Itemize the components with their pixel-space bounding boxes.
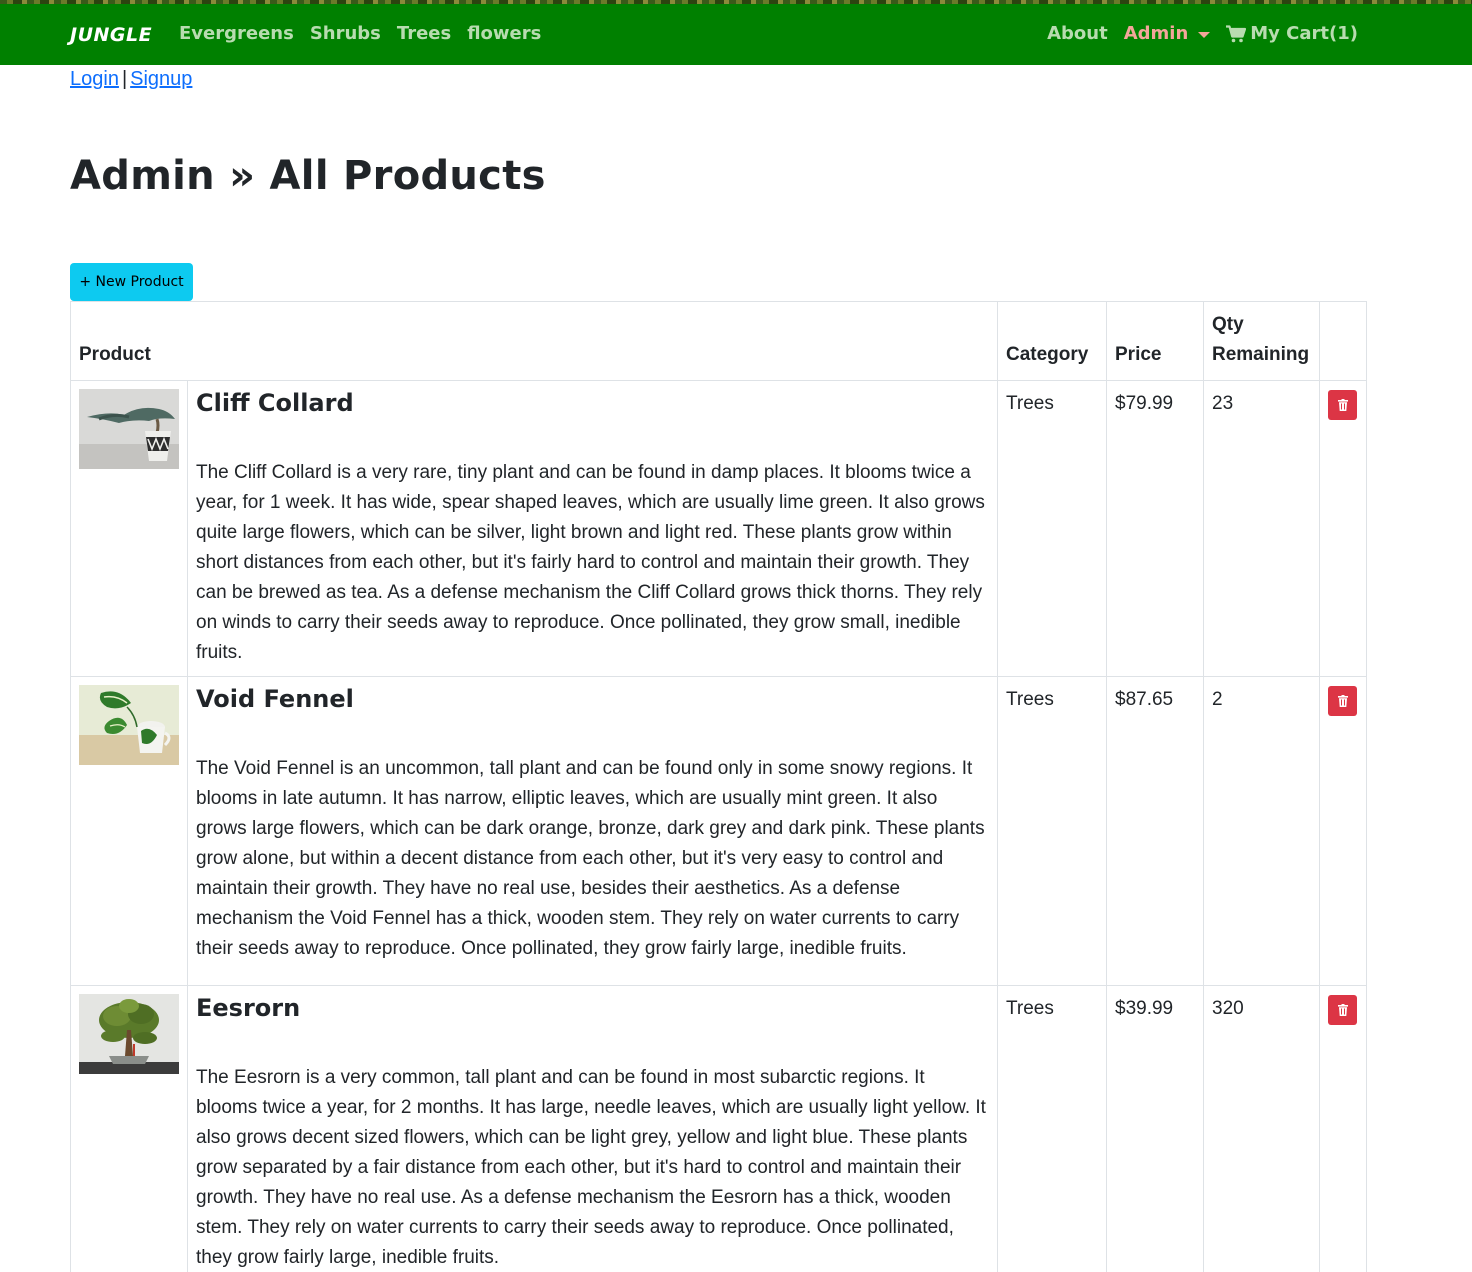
nav-category-links: Evergreens Shrubs Trees flowers [179, 23, 541, 44]
nav-link-shrubs[interactable]: Shrubs [310, 23, 381, 44]
product-description: The Void Fennel is an uncommon, tall pla… [196, 758, 985, 959]
auth-links: Login | Signup [70, 68, 192, 91]
product-qty: 320 [1203, 985, 1320, 1272]
product-description: The Eesrorn is a very common, tall plant… [196, 1067, 986, 1268]
product-price: $39.99 [1106, 985, 1204, 1272]
bonsai-pot-image [79, 389, 179, 469]
product-name: Eesrorn [196, 994, 301, 1022]
product-actions-cell [1319, 985, 1367, 1272]
product-name: Void Fennel [196, 685, 354, 713]
nav-link-trees[interactable]: Trees [397, 23, 451, 44]
cart-label: My Cart(1) [1250, 23, 1358, 44]
signup-link[interactable]: Signup [130, 68, 192, 90]
table-row: Void Fennel The Void Fennel is an uncomm… [70, 676, 1367, 986]
column-header-category: Category [997, 301, 1107, 381]
table-row: Cliff Collard The Cliff Collard is a ver… [70, 380, 1367, 677]
delete-product-button[interactable] [1328, 390, 1357, 420]
admin-dropdown-label: Admin [1123, 23, 1189, 44]
product-price: $79.99 [1106, 380, 1204, 677]
product-qty: 2 [1203, 676, 1320, 986]
product-description: The Cliff Collard is a very rare, tiny p… [196, 462, 985, 663]
product-category: Trees [997, 676, 1107, 986]
product-info-cell: Eesrorn The Eesrorn is a very common, ta… [187, 985, 998, 1272]
product-actions-cell [1319, 380, 1367, 677]
table-header-row: Product Category Price Qty Remaining [70, 301, 1367, 381]
nav-link-flowers[interactable]: flowers [467, 23, 541, 44]
leaf-cup-image [79, 685, 179, 765]
nav-right-links: About Admin My Cart(1) [1047, 23, 1358, 44]
product-name: Cliff Collard [196, 389, 354, 417]
table-row: Eesrorn The Eesrorn is a very common, ta… [70, 985, 1367, 1272]
navbar: JUNGLE Evergreens Shrubs Trees flowers A… [0, 4, 1472, 65]
bonsai-tree-image [79, 994, 179, 1074]
brand-logo[interactable]: JUNGLE [70, 24, 152, 46]
product-info-cell: Void Fennel The Void Fennel is an uncomm… [187, 676, 998, 986]
login-link[interactable]: Login [70, 68, 119, 90]
column-header-actions [1319, 301, 1367, 381]
trash-icon [1337, 695, 1348, 707]
product-category: Trees [997, 985, 1107, 1272]
nav-link-evergreens[interactable]: Evergreens [179, 23, 294, 44]
column-header-qty: Qty Remaining [1203, 301, 1320, 381]
column-header-product: Product [70, 301, 998, 381]
trash-icon [1337, 399, 1348, 411]
product-info-cell: Cliff Collard The Cliff Collard is a ver… [187, 380, 998, 677]
page-title: Admin » All Products [70, 153, 546, 199]
admin-dropdown[interactable]: Admin [1124, 23, 1211, 44]
new-product-button[interactable]: + New Product [70, 263, 193, 301]
product-image-cell [70, 676, 188, 986]
chevron-down-icon [1198, 31, 1211, 38]
products-table: Product Category Price Qty Remaining Cli… [70, 301, 1367, 1272]
product-category: Trees [997, 380, 1107, 677]
shopping-cart-icon [1226, 24, 1247, 42]
delete-product-button[interactable] [1328, 995, 1357, 1025]
product-qty: 23 [1203, 380, 1320, 677]
delete-product-button[interactable] [1328, 686, 1357, 716]
product-image-cell [70, 985, 188, 1272]
product-image-cell [70, 380, 188, 677]
product-price: $87.65 [1106, 676, 1204, 986]
column-header-price: Price [1106, 301, 1204, 381]
product-actions-cell [1319, 676, 1367, 986]
trash-icon [1337, 1004, 1348, 1016]
auth-separator: | [121, 68, 128, 90]
nav-link-about[interactable]: About [1047, 23, 1108, 44]
cart-link[interactable]: My Cart(1) [1226, 23, 1358, 44]
